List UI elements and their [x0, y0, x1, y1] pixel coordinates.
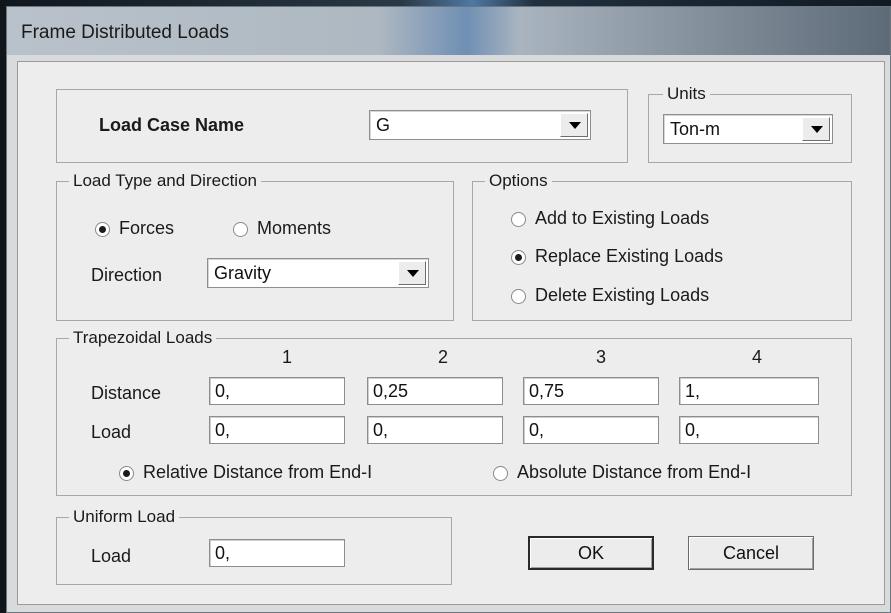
distance-1-input[interactable]: 0,	[209, 377, 345, 405]
load-4-value: 0,	[685, 420, 701, 440]
radio-selected-icon	[95, 222, 110, 237]
distance-1-value: 0,	[215, 381, 231, 401]
chevron-down-icon[interactable]	[560, 113, 588, 137]
chevron-down-icon[interactable]	[398, 261, 426, 285]
column-header-2: 2	[437, 347, 448, 367]
units-group: Units Ton-m	[648, 84, 852, 163]
distance-3-value: 0,75	[529, 381, 565, 401]
dialog-body: Load Case Name G Units Ton-m Load Type a…	[17, 61, 885, 605]
uniform-load-legend: Uniform Load	[69, 507, 180, 527]
trapezoidal-legend: Trapezoidal Loads	[69, 328, 217, 348]
radio-empty-icon	[511, 212, 526, 227]
load-2-input[interactable]: 0,	[367, 416, 503, 444]
moments-label: Moments	[257, 218, 332, 238]
cancel-button[interactable]: Cancel	[688, 536, 814, 570]
distance-2-input[interactable]: 0,25	[367, 377, 503, 405]
column-header-3: 3	[595, 347, 606, 367]
load-4-input[interactable]: 0,	[679, 416, 819, 444]
direction-label: Direction	[91, 265, 163, 285]
radio-empty-icon	[493, 466, 508, 481]
load-case-value: G	[376, 115, 391, 135]
distance-3-input[interactable]: 0,75	[523, 377, 659, 405]
load-case-group: Load Case Name G	[56, 89, 628, 163]
uniform-load-value: 0,	[215, 543, 231, 563]
load-case-label: Load Case Name	[99, 115, 245, 135]
ok-button[interactable]: OK	[528, 536, 654, 570]
distance-label: Distance	[91, 383, 162, 403]
relative-distance-label: Relative Distance from End-I	[143, 462, 373, 482]
window-title: Frame Distributed Loads	[21, 22, 230, 43]
load-label: Load	[91, 422, 132, 442]
radio-selected-icon	[511, 250, 526, 265]
load-3-value: 0,	[529, 420, 545, 440]
load-type-group: Load Type and Direction Forces Moments D…	[56, 171, 454, 321]
direction-select[interactable]: Gravity	[207, 258, 429, 288]
units-select[interactable]: Ton-m	[663, 114, 833, 144]
options-group: Options Add to Existing Loads Replace Ex…	[472, 171, 852, 321]
trapezoidal-loads-group: Trapezoidal Loads 1 2 3 4 Distance 0, 0,…	[56, 328, 852, 496]
distance-4-input[interactable]: 1,	[679, 377, 819, 405]
uniform-load-label: Load	[91, 546, 132, 566]
column-header-4: 4	[751, 347, 762, 367]
distance-4-value: 1,	[685, 381, 701, 401]
radio-empty-icon	[233, 222, 248, 237]
forces-label: Forces	[119, 218, 175, 238]
load-2-value: 0,	[373, 420, 389, 440]
radio-selected-icon	[119, 466, 134, 481]
load-case-select[interactable]: G	[369, 110, 591, 140]
uniform-load-group: Uniform Load Load 0,	[56, 507, 452, 585]
delete-existing-loads-label: Delete Existing Loads	[535, 285, 710, 305]
chevron-down-icon[interactable]	[802, 117, 830, 141]
load-type-legend: Load Type and Direction	[69, 171, 261, 191]
load-1-input[interactable]: 0,	[209, 416, 345, 444]
direction-value: Gravity	[214, 263, 272, 283]
radio-empty-icon	[511, 289, 526, 304]
replace-existing-loads-label: Replace Existing Loads	[535, 246, 724, 266]
load-1-value: 0,	[215, 420, 231, 440]
uniform-load-input[interactable]: 0,	[209, 539, 345, 567]
units-legend: Units	[663, 84, 710, 104]
title-bar[interactable]: Frame Distributed Loads	[7, 7, 890, 55]
load-3-input[interactable]: 0,	[523, 416, 659, 444]
column-header-1: 1	[281, 347, 292, 367]
units-value: Ton-m	[670, 119, 721, 139]
distance-2-value: 0,25	[373, 381, 409, 401]
absolute-distance-label: Absolute Distance from End-I	[517, 462, 752, 482]
frame-distributed-loads-dialog: Frame Distributed Loads Load Case Name G…	[6, 6, 891, 613]
options-legend: Options	[485, 171, 552, 191]
add-existing-loads-label: Add to Existing Loads	[535, 208, 710, 228]
